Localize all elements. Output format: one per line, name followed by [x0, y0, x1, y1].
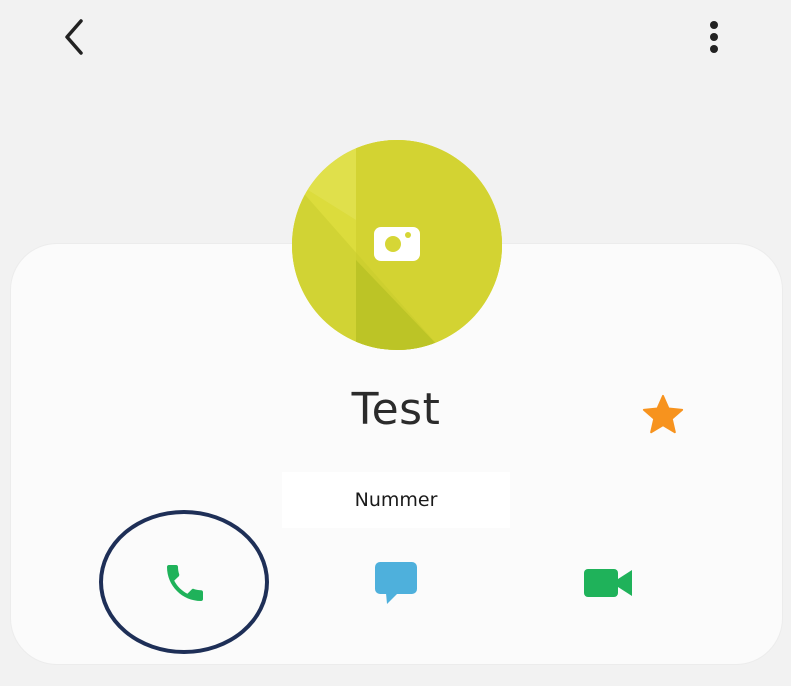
contact-name: Test: [351, 384, 441, 435]
video-call-button[interactable]: [569, 548, 649, 618]
more-vertical-icon: [710, 21, 718, 53]
number-label: Nummer: [354, 489, 438, 511]
more-options-button[interactable]: [694, 12, 734, 62]
camera-icon: [374, 227, 420, 261]
favorite-button[interactable]: [636, 388, 690, 442]
message-icon: [375, 562, 417, 604]
message-button[interactable]: [356, 548, 436, 618]
number-field: Nummer: [282, 472, 510, 528]
chevron-left-icon: [65, 19, 83, 55]
call-button[interactable]: [145, 548, 225, 618]
back-button[interactable]: [52, 12, 96, 62]
phone-icon: [167, 565, 203, 601]
star-icon: [642, 394, 684, 434]
video-icon: [584, 569, 632, 597]
avatar[interactable]: [292, 140, 502, 350]
